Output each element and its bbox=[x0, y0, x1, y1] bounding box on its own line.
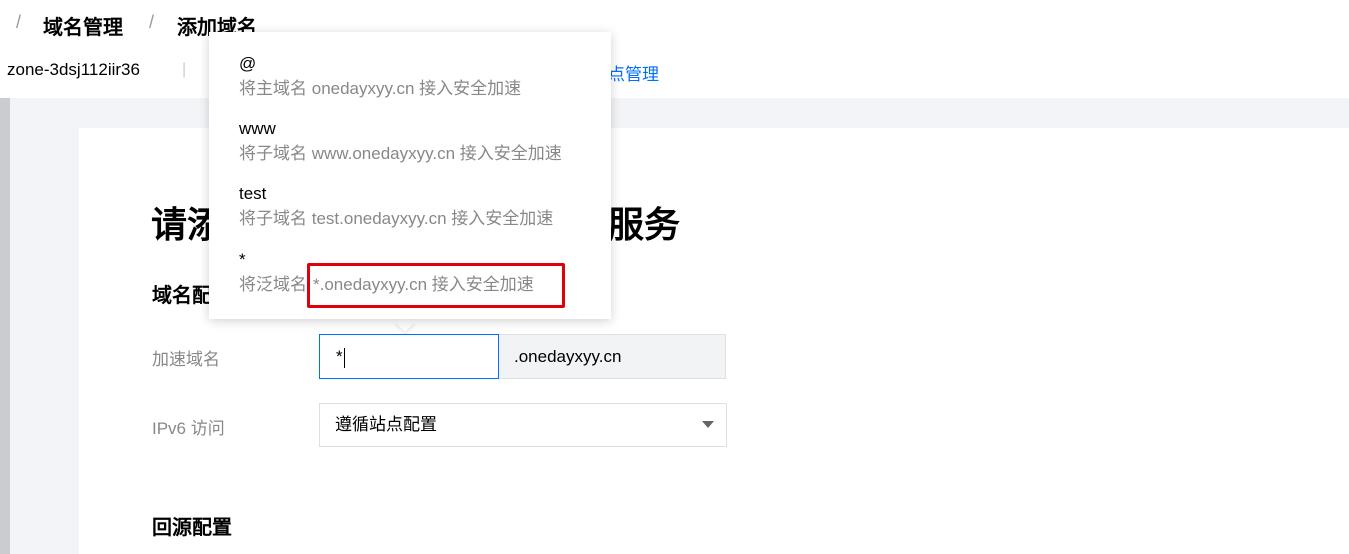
option-desc: 将泛域名 *.onedayxyy.cn 接入安全加速 bbox=[239, 272, 599, 298]
desc-suffix: 接入安全加速 bbox=[419, 79, 522, 98]
accel-domain-value: * bbox=[336, 347, 343, 366]
site-management-link[interactable]: 点管理 bbox=[608, 60, 659, 85]
desc-prefix: 将泛域名 bbox=[239, 275, 307, 294]
top-bar: / 域名管理 / 添加域名 zone-3dsj112iir36 | 点管理 bbox=[0, 0, 1349, 98]
option-desc: 将子域名 www.onedayxyy.cn 接入安全加速 bbox=[239, 141, 599, 167]
text-caret bbox=[343, 347, 345, 368]
ipv6-select-value: 遵循站点配置 bbox=[335, 415, 437, 434]
desc-prefix: 将子域名 bbox=[239, 144, 307, 163]
breadcrumb-separator: / bbox=[149, 12, 155, 32]
dropdown-option-www[interactable]: www 将子域名 www.onedayxyy.cn 接入安全加速 bbox=[239, 117, 599, 167]
section-title-origin-config: 回源配置 bbox=[152, 517, 232, 539]
option-value: test bbox=[239, 184, 267, 203]
left-scroll-edge bbox=[0, 98, 10, 554]
desc-prefix: 将主域名 bbox=[239, 79, 307, 98]
dropdown-option-test[interactable]: test 将子域名 test.onedayxyy.cn 接入安全加速 bbox=[239, 182, 599, 232]
desc-domain: onedayxyy.cn bbox=[311, 79, 415, 98]
accel-domain-input[interactable]: * bbox=[319, 334, 499, 379]
option-value: * bbox=[239, 250, 246, 269]
dropdown-option-wildcard[interactable]: * 将泛域名 *.onedayxyy.cn 接入安全加速 bbox=[239, 248, 599, 298]
section-title-domain-config: 域名配 bbox=[152, 285, 212, 307]
domain-suggestion-dropdown: @ 将主域名 onedayxyy.cn 接入安全加速 www 将子域名 www.… bbox=[209, 32, 611, 319]
desc-domain: *.onedayxyy.cn bbox=[313, 275, 428, 294]
breadcrumb-domain-management[interactable]: 域名管理 bbox=[43, 11, 123, 40]
breadcrumb-separator: / bbox=[16, 12, 22, 32]
page-heading-right: 服务 bbox=[608, 204, 681, 245]
desc-suffix: 接入安全加速 bbox=[451, 209, 554, 228]
desc-suffix: 接入安全加速 bbox=[431, 275, 534, 294]
desc-domain: test.onedayxyy.cn bbox=[311, 209, 447, 228]
desc-prefix: 将子域名 bbox=[239, 209, 307, 228]
zone-id: zone-3dsj112iir36 bbox=[7, 60, 140, 79]
dropdown-option-at[interactable]: @ 将主域名 onedayxyy.cn 接入安全加速 bbox=[239, 52, 599, 102]
option-value: www bbox=[239, 119, 276, 138]
option-value: @ bbox=[239, 54, 257, 73]
zone-divider: | bbox=[182, 61, 187, 78]
desc-suffix: 接入安全加速 bbox=[459, 144, 562, 163]
domain-suffix: .onedayxyy.cn bbox=[499, 334, 726, 379]
option-desc: 将子域名 test.onedayxyy.cn 接入安全加速 bbox=[239, 206, 599, 232]
chevron-down-icon bbox=[702, 421, 714, 428]
ipv6-select[interactable]: 遵循站点配置 bbox=[319, 403, 727, 447]
option-desc: 将主域名 onedayxyy.cn 接入安全加速 bbox=[239, 76, 599, 102]
ipv6-label: IPv6 访问 bbox=[152, 419, 225, 438]
desc-domain: www.onedayxyy.cn bbox=[311, 144, 456, 163]
accel-domain-label: 加速域名 bbox=[152, 350, 220, 369]
